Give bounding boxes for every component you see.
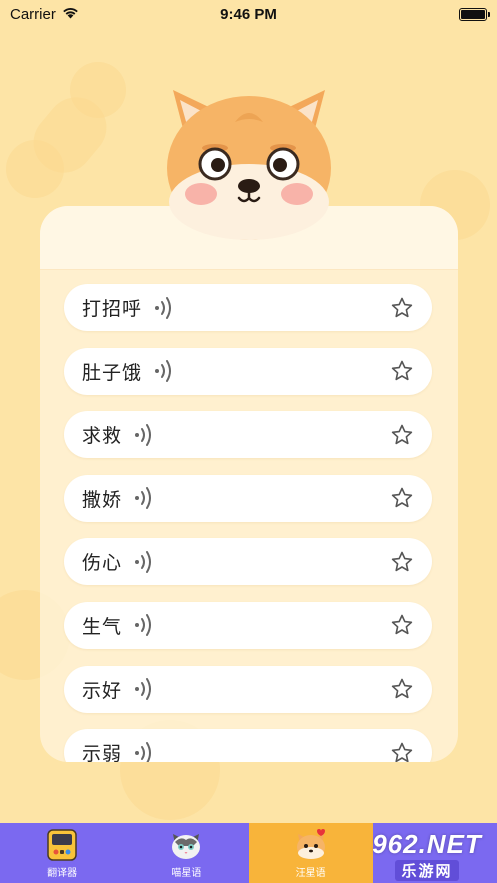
status-left: Carrier <box>10 6 79 23</box>
phrase-label: 生气 <box>82 616 123 638</box>
phrase-label: 撒娇 <box>82 489 123 511</box>
star-icon[interactable] <box>390 486 414 510</box>
shiba-dog-icon <box>163 82 335 242</box>
tab-label: 翻译器 <box>47 868 78 879</box>
carrier-label: Carrier <box>10 5 56 23</box>
list-item[interactable]: 肚子饿 <box>64 347 432 395</box>
sound-icon[interactable] <box>134 613 154 637</box>
phrase-label: 伤心 <box>82 553 123 575</box>
sound-icon[interactable] <box>134 423 154 447</box>
watermark: 962.NET 乐游网 <box>363 829 491 881</box>
translator-icon <box>45 828 79 862</box>
sound-icon[interactable] <box>134 677 154 701</box>
status-bar: Carrier 9:46 PM <box>0 0 497 28</box>
tab-label: 喵星语 <box>171 868 202 879</box>
cat-icon <box>169 828 203 862</box>
wifi-icon <box>62 6 79 23</box>
tab-cat-language[interactable]: 喵星语 <box>124 823 249 883</box>
star-icon[interactable] <box>390 741 414 762</box>
sound-icon[interactable] <box>154 296 174 320</box>
list-item[interactable]: 撒娇 <box>64 474 432 522</box>
phrase-label: 求救 <box>82 426 123 448</box>
dog-icon <box>294 828 328 862</box>
list-item[interactable]: 求救 <box>64 411 432 459</box>
phrase-label: 肚子饿 <box>82 362 143 384</box>
tab-label: 汪星语 <box>295 868 326 879</box>
tab-dog-language[interactable]: 汪星语 <box>248 823 373 883</box>
star-icon[interactable] <box>390 423 414 447</box>
watermark-main: 962.NET <box>372 829 482 859</box>
star-icon[interactable] <box>390 677 414 701</box>
star-icon[interactable] <box>390 613 414 637</box>
phrase-label: 示弱 <box>82 744 123 762</box>
phrase-list: 打招呼 肚子饿 求救 撒娇 伤心 生气 示好 示弱 <box>64 284 432 762</box>
star-icon[interactable] <box>390 550 414 574</box>
phrase-label: 打招呼 <box>82 299 143 320</box>
list-item[interactable]: 伤心 <box>64 538 432 586</box>
list-item[interactable]: 示好 <box>64 665 432 713</box>
star-icon[interactable] <box>390 296 414 320</box>
star-icon[interactable] <box>390 359 414 383</box>
watermark-sub: 乐游网 <box>395 860 459 881</box>
tab-translator[interactable]: 翻译器 <box>0 823 125 883</box>
sound-icon[interactable] <box>134 486 154 510</box>
sound-icon[interactable] <box>134 741 154 762</box>
battery-icon <box>459 7 490 21</box>
list-item[interactable]: 打招呼 <box>64 284 432 331</box>
phrase-label: 示好 <box>82 680 123 702</box>
phrase-card: 打招呼 肚子饿 求救 撒娇 伤心 生气 示好 示弱 <box>40 206 458 762</box>
list-item[interactable]: 示弱 <box>64 729 432 762</box>
list-item[interactable]: 生气 <box>64 601 432 649</box>
sound-icon[interactable] <box>134 550 154 574</box>
sound-icon[interactable] <box>154 359 174 383</box>
